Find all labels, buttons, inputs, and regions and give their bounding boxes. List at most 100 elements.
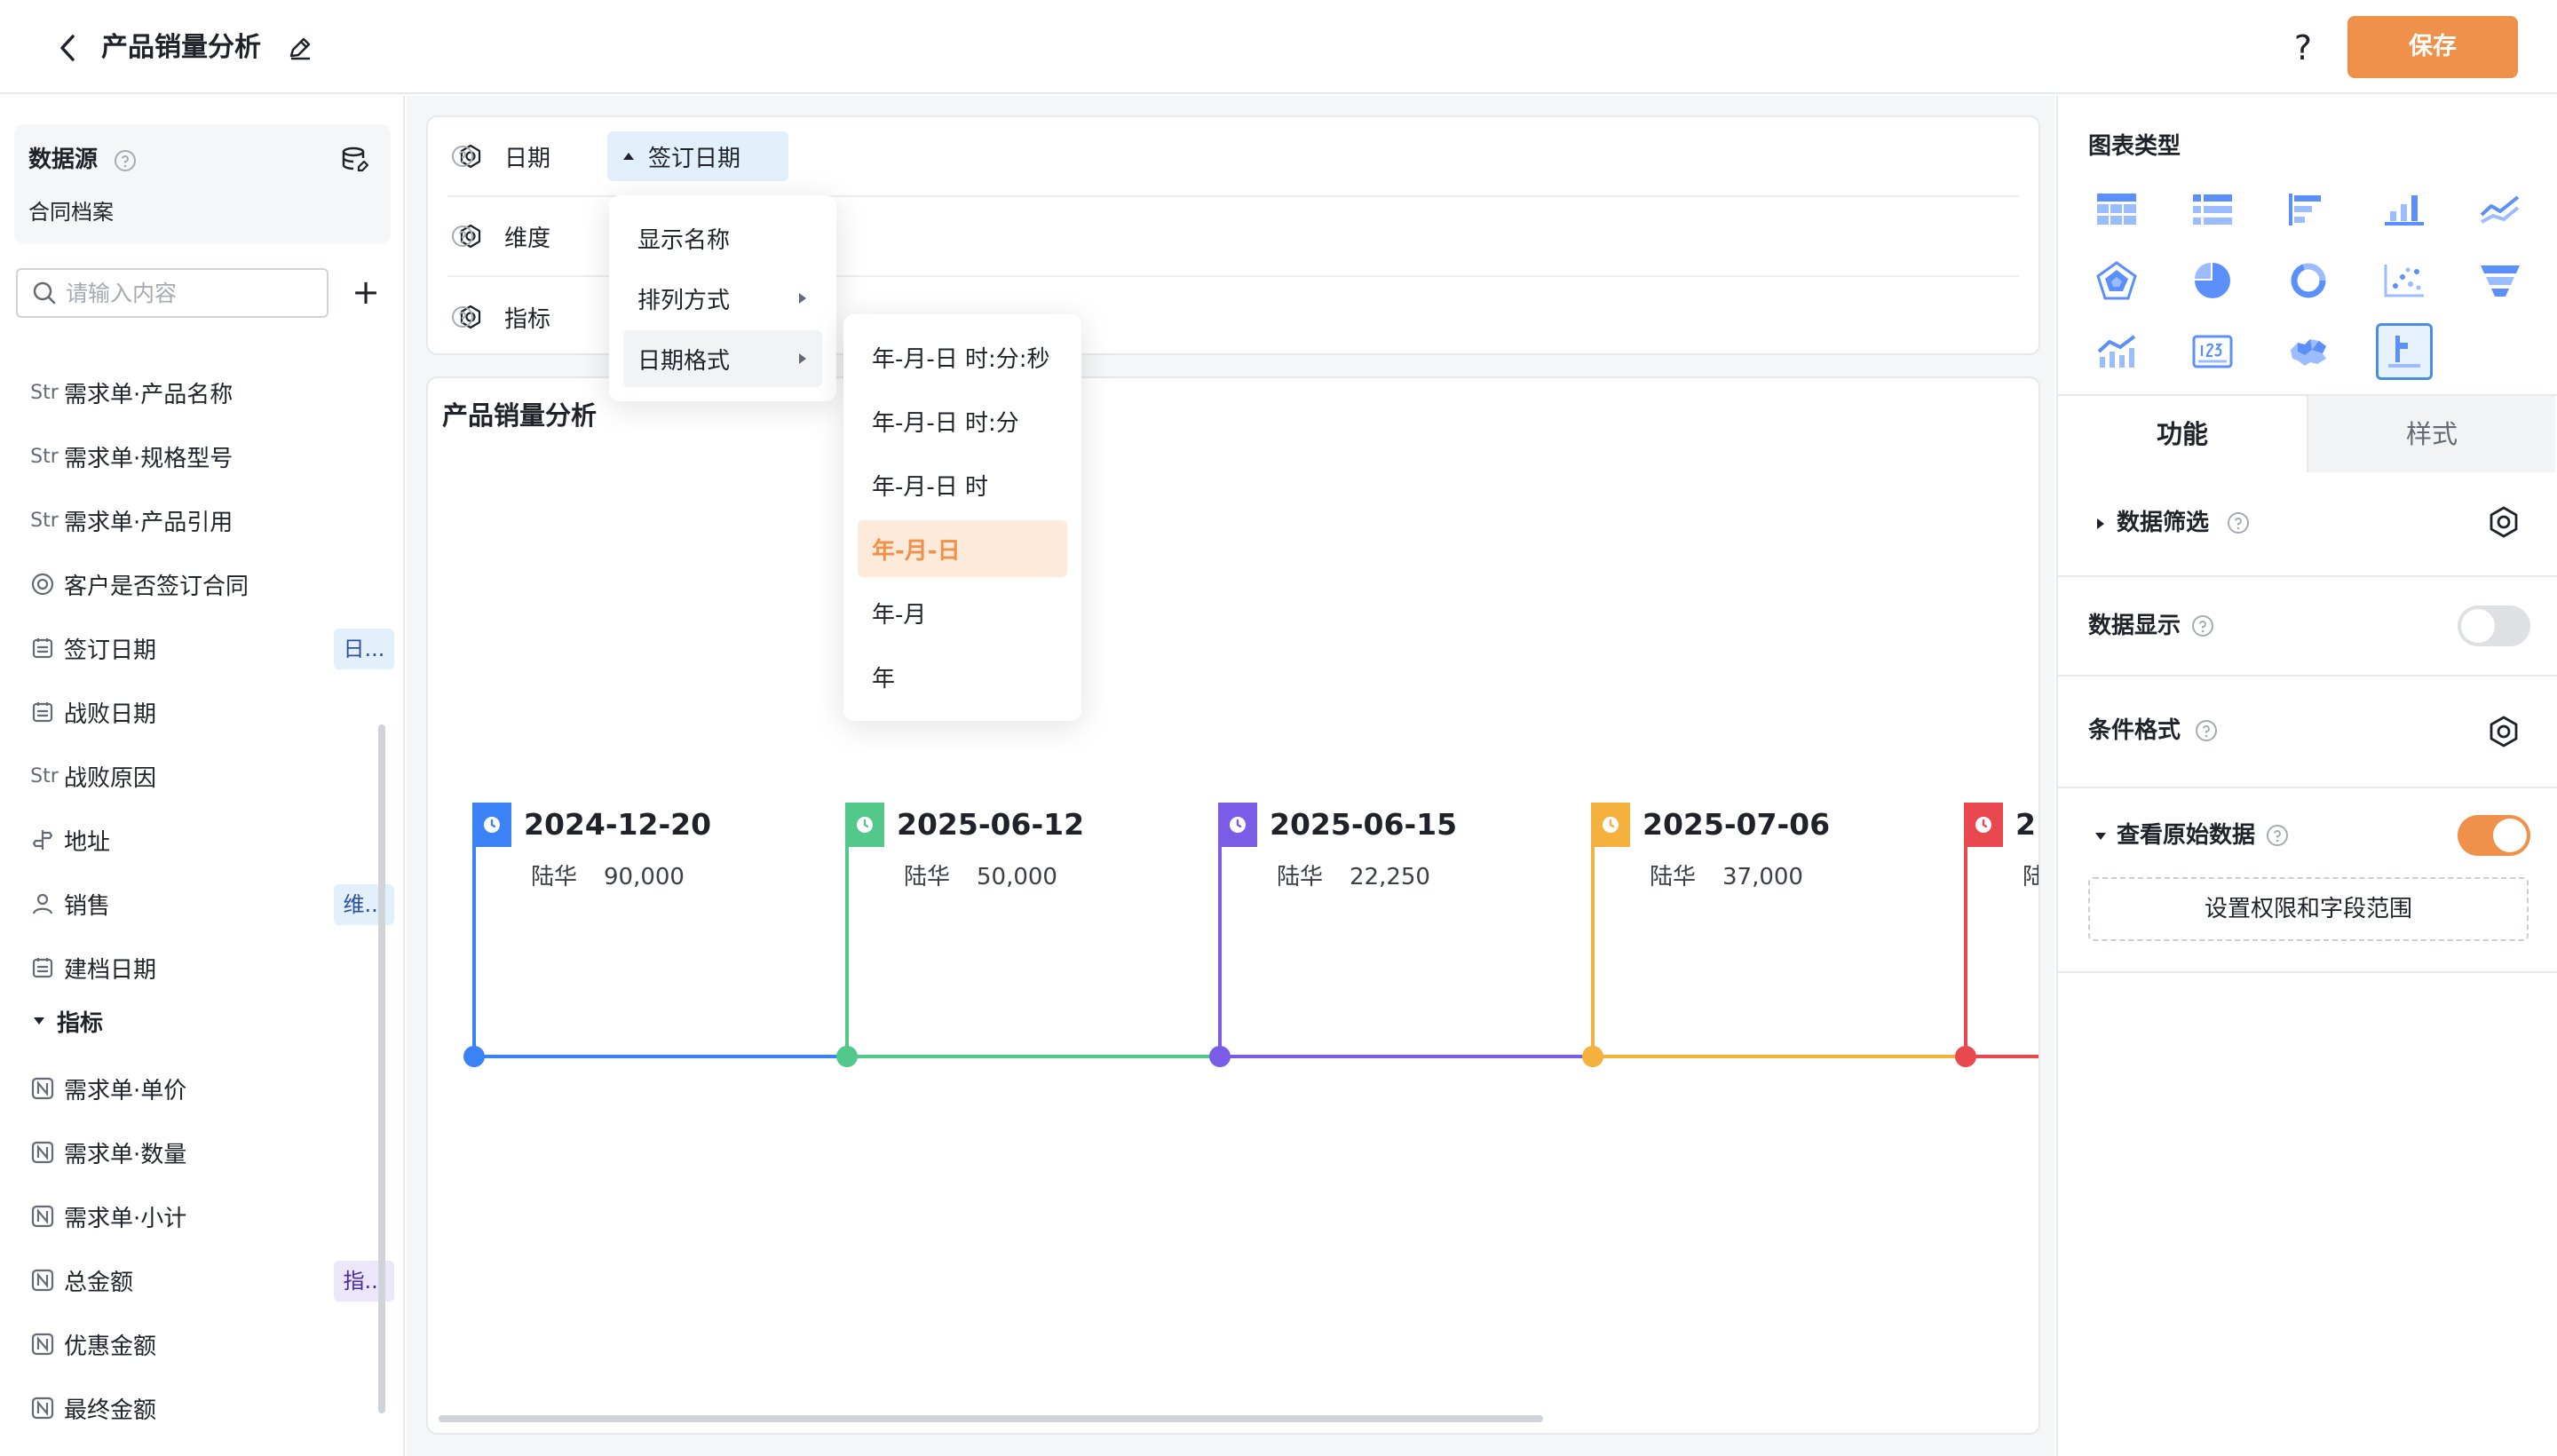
data-display-toggle[interactable] xyxy=(2458,605,2530,646)
date-format-option[interactable]: 年-月-日 时:分:秒 xyxy=(858,328,1067,385)
timeline-item[interactable]: 2025-07-06 陆华 37,000 xyxy=(1591,803,1964,1067)
tab-function[interactable]: 功能 xyxy=(2058,396,2307,472)
field-item[interactable]: 签订日期 日... xyxy=(28,621,394,675)
combo-chart-icon xyxy=(2097,335,2136,368)
help-circle-icon[interactable] xyxy=(2227,511,2250,534)
metric-item[interactable]: 需求单·数量 xyxy=(28,1126,384,1179)
timeline-dot[interactable] xyxy=(1582,1046,1603,1067)
help-circle-icon[interactable] xyxy=(451,145,474,168)
chart-type-bar-vertical[interactable] xyxy=(2376,181,2433,238)
chart-type-list[interactable] xyxy=(2184,181,2241,238)
number-type-icon xyxy=(28,1202,57,1230)
view-raw-data-toggle[interactable] xyxy=(2458,815,2530,856)
field-item[interactable]: 建档日期 xyxy=(28,941,384,994)
field-item[interactable]: 战败日期 xyxy=(28,685,384,739)
funnel-icon xyxy=(2481,265,2520,297)
timeline-person: 陆 xyxy=(2023,861,2038,893)
chart-type-number-card[interactable] xyxy=(2184,323,2241,380)
field-search-box[interactable] xyxy=(16,268,329,318)
help-circle-icon[interactable] xyxy=(2191,614,2214,637)
chart-type-pie[interactable] xyxy=(2184,252,2241,309)
metric-item[interactable]: 需求单·单价 xyxy=(28,1062,384,1115)
help-circle-icon[interactable] xyxy=(114,149,137,172)
chart-type-combo[interactable] xyxy=(2088,323,2145,380)
data-filter-row[interactable]: 数据筛选 xyxy=(2058,471,2557,577)
date-field-chip[interactable]: 签订日期 xyxy=(607,131,788,181)
field-item[interactable]: 客户是否签订合同 xyxy=(28,558,384,611)
list-icon xyxy=(2193,194,2232,225)
save-button[interactable]: 保存 xyxy=(2347,16,2518,78)
chart-type-map[interactable] xyxy=(2280,323,2337,380)
chart-type-line[interactable] xyxy=(2472,181,2529,238)
caret-down-icon[interactable] xyxy=(2095,833,2106,840)
timeline-dot[interactable] xyxy=(836,1046,858,1067)
help-button[interactable]: ? xyxy=(2282,25,2324,71)
chart-type-funnel[interactable] xyxy=(2472,252,2529,309)
timeline-dot[interactable] xyxy=(463,1046,485,1067)
help-circle-icon[interactable] xyxy=(2266,824,2289,847)
date-format-option[interactable]: 年-月-日 时 xyxy=(858,456,1067,513)
settings-hex-icon[interactable] xyxy=(2486,714,2521,749)
help-circle-icon[interactable] xyxy=(2195,719,2218,742)
pie-icon xyxy=(2195,263,2230,298)
field-item[interactable]: Str 需求单·产品引用 xyxy=(28,494,384,547)
field-label: 签订日期 xyxy=(64,637,157,664)
edit-title-button[interactable] xyxy=(282,30,318,66)
chart-type-donut[interactable] xyxy=(2280,252,2337,309)
field-item[interactable]: 销售 维... xyxy=(28,877,394,930)
metric-label: 需求单·小计 xyxy=(64,1205,187,1232)
timeline-date: 2025-07-06 xyxy=(1643,807,1831,842)
number-type-icon xyxy=(28,1138,57,1167)
timeline-item[interactable]: 2024-12-20 陆华 90,000 xyxy=(472,803,845,1067)
date-format-option[interactable]: 年-月 xyxy=(858,584,1067,641)
line-icon xyxy=(2480,195,2520,224)
settings-hex-icon[interactable] xyxy=(2486,504,2521,540)
add-field-button[interactable]: + xyxy=(348,272,384,314)
tab-style[interactable]: 样式 xyxy=(2307,396,2555,472)
chart-type-radar[interactable] xyxy=(2088,252,2145,309)
timeline-item[interactable]: 2陆 xyxy=(1964,803,2038,1067)
timeline-dot[interactable] xyxy=(1955,1046,1976,1067)
field-item[interactable]: Str 需求单·产品名称 xyxy=(28,366,384,419)
switch-datasource-button[interactable] xyxy=(337,142,373,178)
string-type-icon: Str xyxy=(30,381,59,404)
metric-item[interactable]: 需求单·小计 xyxy=(28,1190,384,1243)
timeline-item[interactable]: 2025-06-12 陆华 50,000 xyxy=(845,803,1218,1067)
menu-item-display-name[interactable]: 显示名称 xyxy=(623,210,822,266)
date-format-option-selected[interactable]: 年-月-日 xyxy=(858,520,1067,577)
bar-vertical-icon xyxy=(2385,195,2424,226)
chart-type-scatter[interactable] xyxy=(2376,252,2433,309)
chart-type-timeline[interactable] xyxy=(2376,323,2433,380)
field-search-input[interactable] xyxy=(66,280,314,306)
menu-item-sort-order[interactable]: 排列方式 xyxy=(623,270,822,327)
chart-type-table[interactable] xyxy=(2088,181,2145,238)
metric-item[interactable]: 最终金额 xyxy=(28,1381,384,1435)
metrics-group-toggle[interactable]: 指标 xyxy=(34,1003,103,1039)
field-label: 地址 xyxy=(64,828,111,856)
set-permission-button[interactable]: 设置权限和字段范围 xyxy=(2088,877,2529,941)
timeline-item[interactable]: 2025-06-15 陆华 22,250 xyxy=(1218,803,1591,1067)
metric-item[interactable]: 总金额 指... xyxy=(28,1254,394,1307)
settings-tabs: 功能 样式 xyxy=(2058,394,2557,472)
field-item[interactable]: 地址 xyxy=(28,813,384,866)
menu-item-date-format[interactable]: 日期格式 xyxy=(623,330,822,387)
timeline-chart: 2024-12-20 陆华 90,000 2025-06-12 陆华 50,000 2025… xyxy=(428,378,2038,1433)
caret-up-icon xyxy=(623,153,634,160)
date-format-option[interactable]: 年 xyxy=(858,648,1067,705)
timeline-date: 2025-06-15 xyxy=(1270,807,1458,842)
help-circle-icon[interactable] xyxy=(451,305,474,328)
scatter-icon xyxy=(2384,265,2424,297)
field-item[interactable]: Str 需求单·规格型号 xyxy=(28,430,384,483)
back-button[interactable] xyxy=(50,27,85,69)
field-list-scrollbar[interactable] xyxy=(378,724,385,1413)
number-type-icon xyxy=(28,1394,57,1422)
conditional-format-row: 条件格式 xyxy=(2058,677,2557,788)
chart-horizontal-scrollbar[interactable] xyxy=(439,1415,1543,1422)
metric-item[interactable]: 优惠金额 xyxy=(28,1318,384,1371)
date-format-option[interactable]: 年-月-日 时:分 xyxy=(858,392,1067,449)
address-icon xyxy=(28,826,57,854)
timeline-dot[interactable] xyxy=(1209,1046,1231,1067)
chart-type-bar-horizontal[interactable] xyxy=(2280,181,2337,238)
field-item[interactable]: Str 战败原因 xyxy=(28,749,384,803)
help-circle-icon[interactable] xyxy=(451,225,474,248)
